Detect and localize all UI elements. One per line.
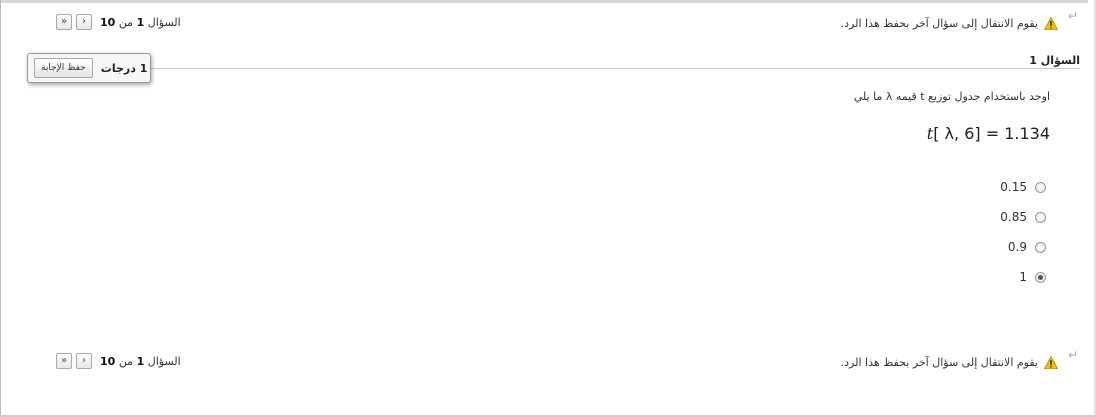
question-formula: t[ λ, 6] = 1.134	[926, 124, 1050, 143]
bottom-warning: ↵ يقوم الانتقال إلى سؤال آخر بحفظ هذا ال…	[840, 348, 1078, 369]
top-question-nav: » › السؤال 1 من 10	[56, 14, 181, 30]
question-title: السؤال 1	[1029, 54, 1080, 67]
last-question-button[interactable]: »	[56, 353, 72, 369]
question-counter: السؤال 1 من 10	[100, 15, 181, 29]
return-arrow-icon: ↵	[1067, 9, 1078, 23]
last-question-button[interactable]: »	[56, 14, 72, 30]
return-arrow-icon: ↵	[1067, 348, 1078, 362]
option-label: 0.9	[1007, 240, 1027, 254]
top-warning: ↵ يقوم الانتقال إلى سؤال آخر بحفظ هذا ال…	[840, 9, 1078, 30]
question-divider	[150, 68, 1080, 69]
option-4[interactable]: 1	[1019, 270, 1046, 284]
save-answer-button[interactable]: حفظ الإجابة	[34, 58, 93, 78]
option-label: 1	[1019, 270, 1027, 284]
points-box: حفظ الإجابة 1 درجات	[27, 53, 151, 83]
option-1[interactable]: 0.15	[1000, 180, 1046, 194]
bottom-question-nav: » › السؤال 1 من 10	[56, 353, 181, 369]
option-radio[interactable]	[1035, 181, 1046, 193]
top-border	[0, 0, 1088, 3]
option-radio[interactable]	[1035, 241, 1046, 253]
points-label: 1 درجات	[100, 61, 148, 75]
next-question-button[interactable]: ›	[76, 14, 92, 30]
question-counter: السؤال 1 من 10	[100, 354, 181, 368]
option-3[interactable]: 0.9	[1008, 240, 1046, 254]
option-label: 0.85	[1000, 210, 1027, 224]
next-question-button[interactable]: ›	[76, 353, 92, 369]
left-border	[0, 0, 1, 417]
question-text: اوجد باستخدام جدول توزيع t قيمه λ ما يلي	[853, 90, 1050, 103]
option-2[interactable]: 0.85	[1000, 210, 1046, 224]
option-radio[interactable]	[1035, 271, 1046, 283]
option-radio[interactable]	[1035, 211, 1046, 223]
warning-icon	[1044, 17, 1058, 30]
warning-icon	[1044, 356, 1058, 369]
option-label: 0.15	[1000, 180, 1027, 194]
